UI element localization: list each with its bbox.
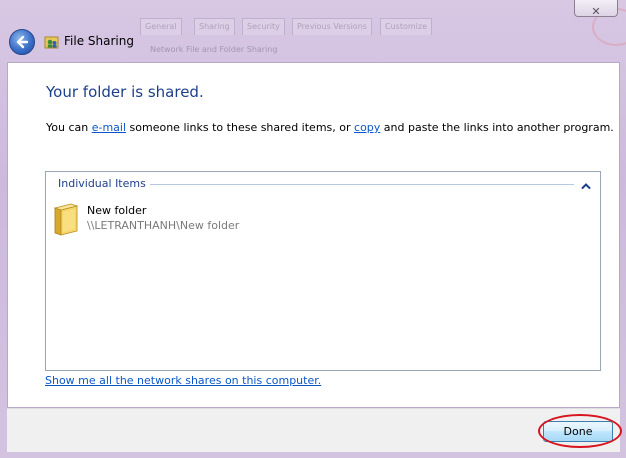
section-header: Individual Items — [58, 177, 146, 190]
window-frame: General Sharing Security Previous Versio… — [0, 0, 626, 458]
folder-icon — [52, 202, 80, 236]
window-title: File Sharing — [64, 34, 134, 48]
item-name: New folder — [87, 204, 147, 217]
background-tab: Customize — [380, 18, 432, 35]
background-tab: Previous Versions — [292, 18, 372, 35]
background-text: Network File and Folder Sharing — [150, 45, 278, 54]
close-button[interactable]: ✕ — [574, 0, 618, 18]
footer-bar: Done — [7, 408, 622, 452]
close-icon: ✕ — [591, 5, 601, 18]
back-button[interactable] — [9, 29, 35, 55]
main-panel: Your folder is shared. You can e-mail so… — [7, 62, 620, 408]
description-text: You can e-mail someone links to these sh… — [46, 121, 614, 134]
back-arrow-icon — [16, 35, 29, 49]
background-tabs: General Sharing Security Previous Versio… — [140, 14, 500, 36]
chevron-up-icon[interactable] — [580, 177, 592, 189]
list-item[interactable]: New folder \\LETRANTHANH\New folder — [52, 202, 352, 242]
email-link[interactable]: e-mail — [92, 121, 126, 134]
background-tab: Security — [242, 18, 285, 35]
shared-items-list: Individual Items New folder \\LETRANTHAN… — [45, 171, 601, 371]
page-title: Your folder is shared. — [46, 83, 204, 101]
copy-link[interactable]: copy — [354, 121, 380, 134]
background-tab: Sharing — [194, 18, 235, 35]
item-path: \\LETRANTHANH\New folder — [87, 219, 240, 232]
section-divider — [150, 184, 574, 185]
background-tab: General — [140, 18, 182, 35]
file-sharing-icon — [44, 34, 60, 50]
network-shares-link[interactable]: Show me all the network shares on this c… — [45, 374, 321, 387]
highlight-ring — [538, 414, 622, 448]
